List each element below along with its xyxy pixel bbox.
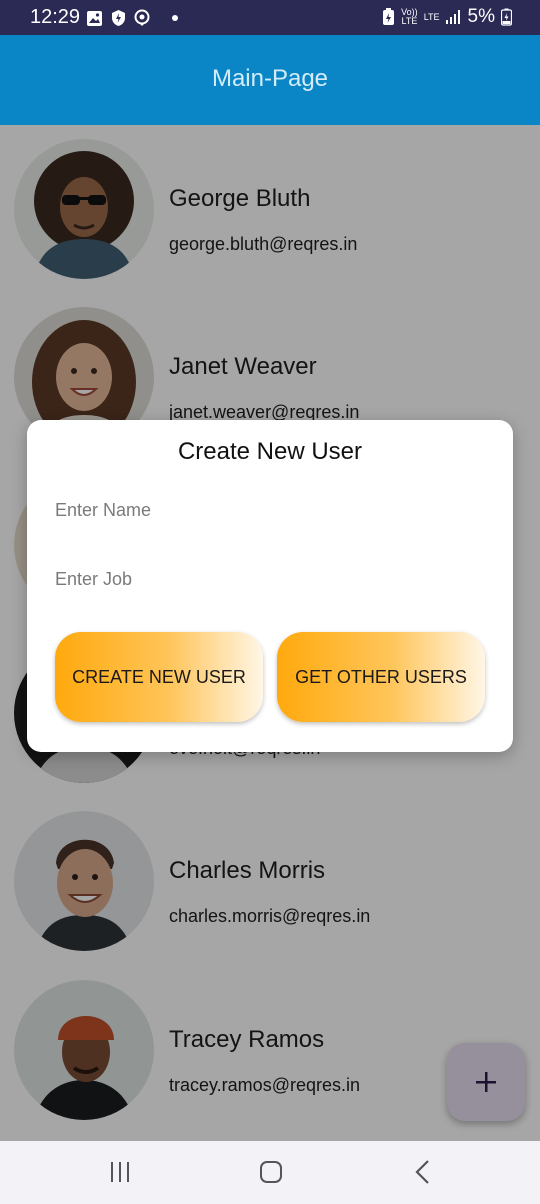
volte-label: Vo)) LTE bbox=[401, 7, 418, 26]
dialog-title: Create New User bbox=[177, 438, 363, 465]
get-other-users-button[interactable]: GET OTHER USERS bbox=[277, 632, 485, 722]
status-bar: 12:29 Vo)) LTE LTE 5% bbox=[0, 0, 540, 35]
create-new-user-button[interactable]: CREATE NEW USER bbox=[55, 632, 263, 722]
system-nav-bar bbox=[0, 1141, 540, 1204]
battery-saver-icon bbox=[383, 8, 395, 25]
name-input[interactable] bbox=[55, 490, 485, 530]
battery-percent: 5% bbox=[467, 6, 495, 27]
create-user-dialog: Create New User CREATE NEW USER GET OTHE… bbox=[27, 420, 513, 752]
battery-charging-icon bbox=[501, 8, 512, 26]
page-title: Main-Page bbox=[211, 65, 329, 92]
recents-icon[interactable] bbox=[109, 1161, 131, 1183]
home-icon[interactable] bbox=[259, 1160, 283, 1184]
gallery-icon bbox=[87, 10, 102, 26]
location-icon bbox=[134, 9, 150, 26]
signal-icon bbox=[445, 10, 460, 24]
status-time: 12:29 bbox=[30, 6, 81, 28]
app-bar: Main-Page bbox=[0, 35, 540, 125]
notification-dot-icon bbox=[172, 15, 178, 21]
back-icon[interactable] bbox=[413, 1159, 433, 1185]
shield-bolt-icon bbox=[112, 10, 125, 26]
job-input[interactable] bbox=[55, 559, 485, 599]
lte-label: LTE bbox=[423, 11, 440, 22]
